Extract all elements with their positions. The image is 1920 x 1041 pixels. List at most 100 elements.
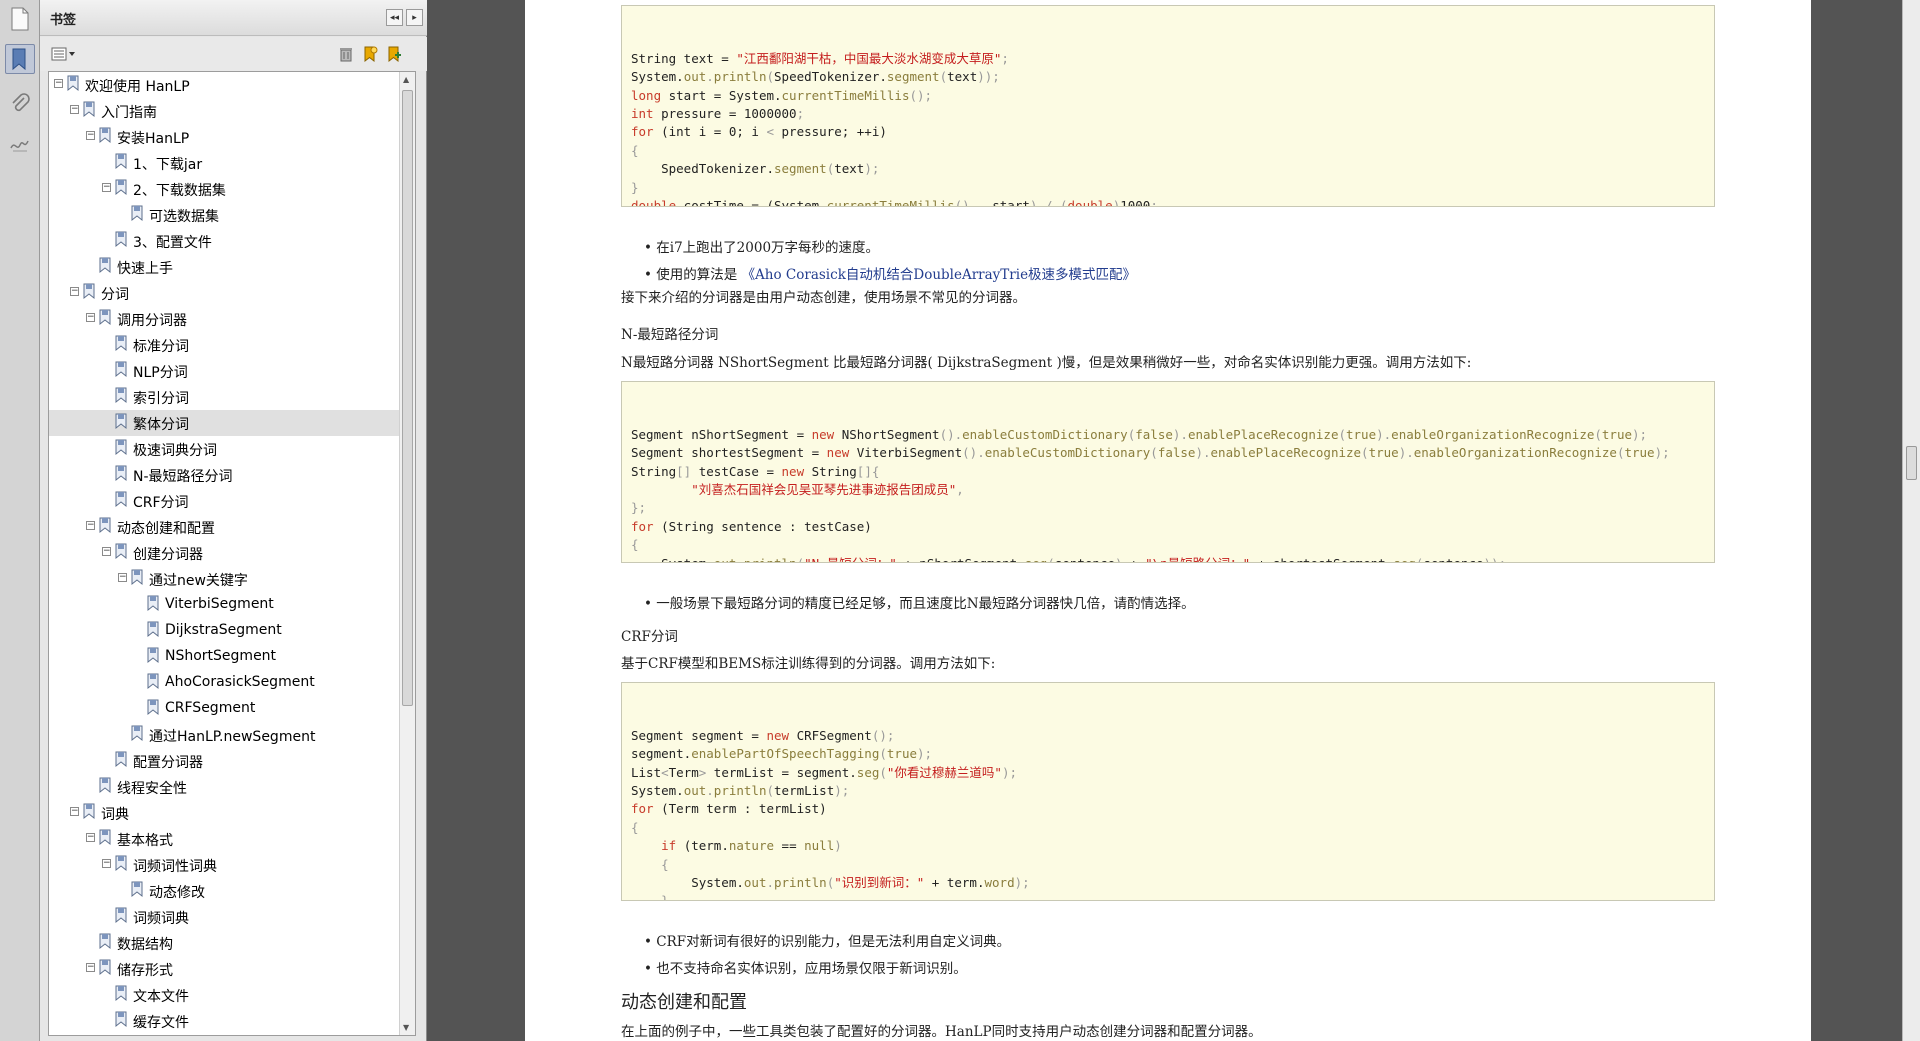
bookmark-item[interactable]: 3、配置文件 xyxy=(49,228,400,254)
bookmark-item[interactable]: 缓存文件 xyxy=(49,1008,400,1034)
bookmark-item[interactable]: − 入门指南 xyxy=(49,98,400,124)
bookmark-item[interactable]: 标准分词 xyxy=(49,332,400,358)
bookmark-item[interactable]: 文本文件 xyxy=(49,982,400,1008)
collapse-toggle-icon[interactable]: − xyxy=(86,963,95,972)
bookmark-item[interactable]: − 通过new关键字 xyxy=(49,566,400,592)
collapse-toggle-icon[interactable]: − xyxy=(102,183,111,192)
bookmark-item[interactable]: − 分词 xyxy=(49,280,400,306)
bookmark-label: 动态修改 xyxy=(149,885,205,901)
bookmark-item[interactable]: NLP分词 xyxy=(49,358,400,384)
code-token: long xyxy=(631,87,662,103)
bookmark-item[interactable]: − 安装HanLP xyxy=(49,124,400,150)
bookmark-from-selection-icon[interactable] xyxy=(384,44,404,64)
code-token: ( xyxy=(1338,426,1346,442)
collapse-toggle-icon[interactable]: − xyxy=(102,547,111,556)
bookmark-label: 可选数据集 xyxy=(149,209,219,225)
bookmark-item[interactable]: − 2、下载数据集 xyxy=(49,176,400,202)
page-thumbnails-icon[interactable] xyxy=(5,4,35,34)
code-line: Segment segment = new CRFSegment(); xyxy=(631,727,1705,745)
code-token: String text = xyxy=(631,50,737,66)
bookmark-item[interactable]: CRF分词 xyxy=(49,488,400,514)
code-token: { xyxy=(631,819,639,835)
collapse-panel-button[interactable]: ◂◂ xyxy=(386,9,403,26)
bookmark-icon xyxy=(115,179,127,196)
scroll-up-arrow-icon[interactable]: ▲ xyxy=(403,75,409,84)
bookmark-item[interactable]: − 动态创建和配置 xyxy=(49,514,400,540)
bookmarks-icon[interactable] xyxy=(5,44,35,74)
code-token: , xyxy=(956,481,964,497)
bookmark-item[interactable]: ViterbiSegment xyxy=(49,592,400,618)
new-bookmark-icon[interactable] xyxy=(360,44,380,64)
bookmark-icon xyxy=(83,803,95,820)
attachments-icon[interactable] xyxy=(5,88,35,118)
code-token: . xyxy=(736,556,744,562)
bookmark-label: 缓存文件 xyxy=(133,1015,189,1031)
collapse-toggle-icon[interactable]: − xyxy=(86,833,95,842)
delete-bookmark-icon[interactable] xyxy=(336,44,356,64)
bookmark-item[interactable]: − 基本格式 xyxy=(49,826,400,852)
bookmark-item[interactable]: 快速上手 xyxy=(49,254,400,280)
code-token: enablePlaceRecognize xyxy=(1210,445,1362,461)
bookmark-item[interactable]: − 词典 xyxy=(49,800,400,826)
bookmark-item[interactable]: 词频词典 xyxy=(49,904,400,930)
collapse-toggle-icon[interactable]: − xyxy=(86,521,95,530)
code-token: ) / ( xyxy=(1029,197,1068,207)
bookmark-item[interactable]: − 储存形式 xyxy=(49,956,400,982)
bookmark-label: 2、下载数据集 xyxy=(133,183,226,199)
bookmark-tree-scroll-thumb[interactable] xyxy=(402,90,413,706)
expand-panel-button[interactable]: ▸ xyxy=(406,9,423,26)
bookmark-item[interactable]: N-最短路径分词 xyxy=(49,462,400,488)
collapse-toggle-icon[interactable]: − xyxy=(86,313,95,322)
bookmark-item[interactable]: AhoCorasickSegment xyxy=(49,670,400,696)
collapse-toggle-icon[interactable]: − xyxy=(54,79,63,88)
bookmark-item[interactable]: 1、下载jar xyxy=(49,150,400,176)
bookmark-item[interactable]: NShortSegment xyxy=(49,644,400,670)
scroll-down-arrow-icon[interactable]: ▼ xyxy=(403,1023,409,1032)
document-scrollbar[interactable] xyxy=(1902,0,1920,1041)
collapse-toggle-icon[interactable]: − xyxy=(118,573,127,582)
code-token: if xyxy=(661,838,677,854)
collapse-toggle-icon[interactable]: − xyxy=(86,131,95,140)
bookmark-item[interactable]: 配置分词器 xyxy=(49,748,400,774)
code-token: ); xyxy=(834,782,850,798)
code-token: SpeedTokenizer. xyxy=(774,69,887,85)
bookmark-icon xyxy=(99,829,111,846)
signatures-icon[interactable] xyxy=(5,128,35,158)
options-menu-button[interactable] xyxy=(50,44,78,64)
document-scroll-thumb[interactable] xyxy=(1906,446,1917,480)
bookmark-label: 通过HanLP.newSegment xyxy=(149,729,316,745)
code-token: ). xyxy=(1172,426,1188,442)
bookmark-item[interactable]: 可选数据集 xyxy=(49,202,400,228)
bookmark-item[interactable]: 数据结构 xyxy=(49,930,400,956)
collapse-toggle-icon[interactable]: − xyxy=(70,287,79,296)
code-token: null xyxy=(804,838,835,854)
bookmark-item[interactable]: 动态修改 xyxy=(49,878,400,904)
paragraph-dynamic-config: 在上面的例子中，一些工具类包装了配置好的分词器。HanLP同时支持用户动态创建分… xyxy=(621,1024,1262,1040)
bookmark-item[interactable]: 线程安全性 xyxy=(49,774,400,800)
bookmark-item[interactable]: − 调用分词器 xyxy=(49,306,400,332)
collapse-toggle-icon[interactable]: − xyxy=(102,859,111,868)
bookmark-tree-scrollbar[interactable]: ▲ ▼ xyxy=(399,72,415,1035)
bookmark-label: ViterbiSegment xyxy=(165,596,274,612)
collapse-toggle-icon[interactable]: − xyxy=(70,807,79,816)
bullet-speed: • 在i7上跑出了2000万字每秒的速度。 xyxy=(644,240,880,256)
bookmark-item[interactable]: 通过HanLP.newSegment xyxy=(49,722,400,748)
code-token: { xyxy=(661,856,669,872)
code-token: (int i = 0; i xyxy=(653,124,767,140)
bookmark-item[interactable]: CRFSegment xyxy=(49,696,400,722)
code-token: (Term term : termList) xyxy=(653,801,827,817)
bookmark-item[interactable]: − 欢迎使用 HanLP xyxy=(49,72,400,98)
bookmark-item[interactable]: DijkstraSegment xyxy=(49,618,400,644)
bookmark-item[interactable]: 极速词典分词 xyxy=(49,436,400,462)
code-token: for xyxy=(631,124,654,140)
code-token: ( xyxy=(766,69,775,85)
bookmark-item[interactable]: 繁体分词 xyxy=(49,410,400,436)
bookmark-item[interactable]: 索引分词 xyxy=(49,384,400,410)
bookmark-item[interactable]: − 词频词性词典 xyxy=(49,852,400,878)
collapse-toggle-icon[interactable]: − xyxy=(70,105,79,114)
bookmark-label: 创建分词器 xyxy=(133,547,203,563)
bookmark-item[interactable]: − 创建分词器 xyxy=(49,540,400,566)
algorithm-link[interactable]: 《Aho Corasick自动机结合DoubleArrayTrie极速多模式匹配… xyxy=(742,267,1137,283)
code-token: ( xyxy=(1150,445,1158,461)
